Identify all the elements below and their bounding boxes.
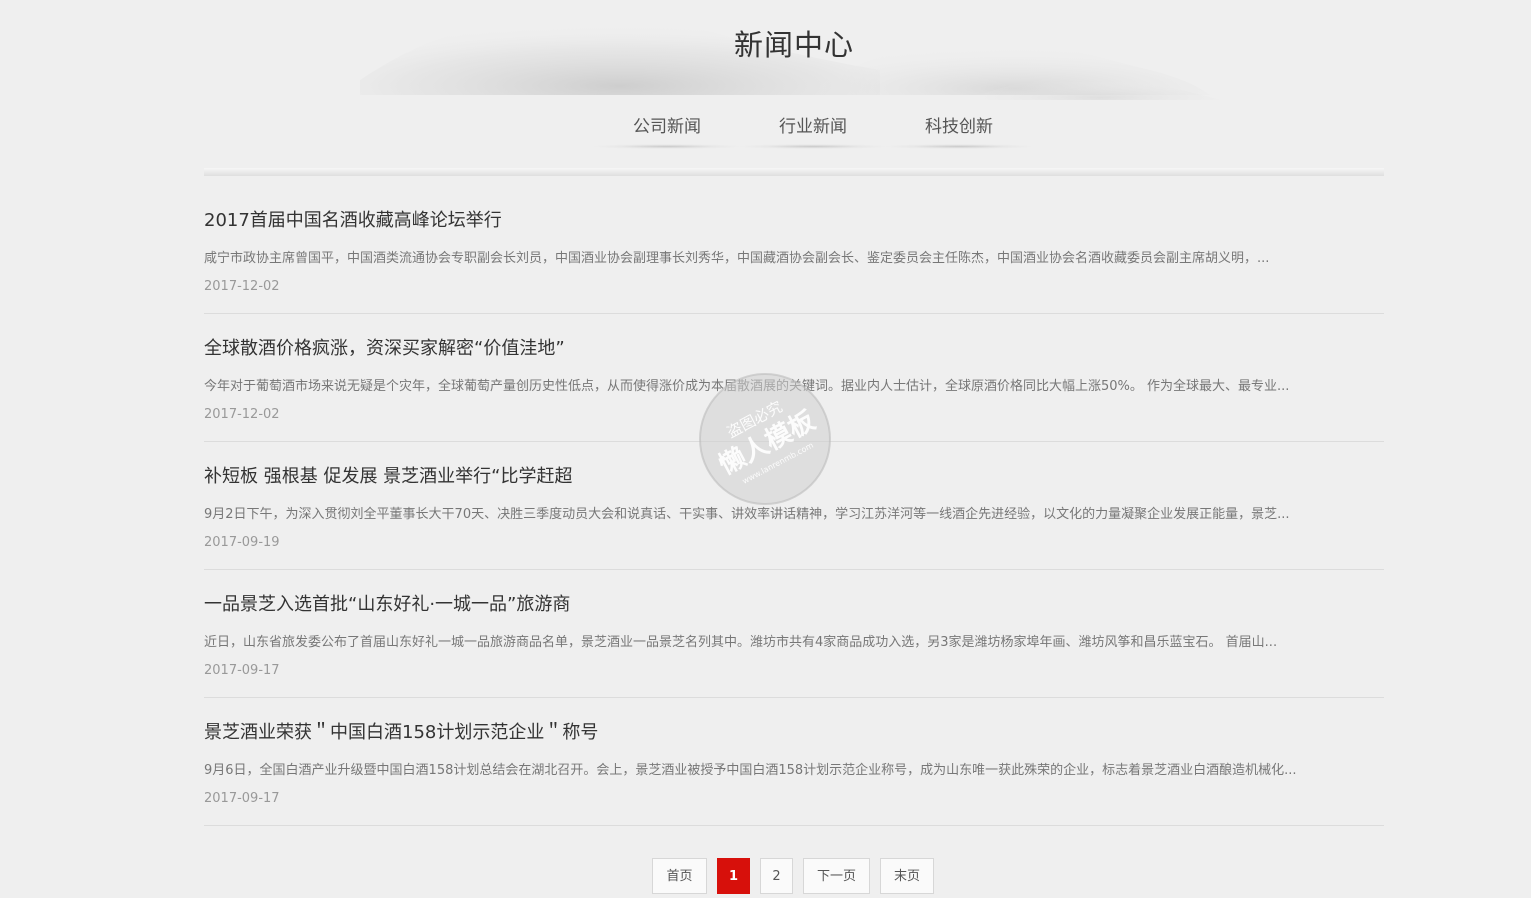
tab-company-news[interactable]: 公司新闻 [594, 113, 740, 149]
news-list: 2017首届中国名酒收藏高峰论坛举行 咸宁市政协主席曾国平，中国酒类流通协会专职… [204, 186, 1384, 826]
news-summary: 9月2日下午，为深入贯彻刘全平董事长大干70天、决胜三季度动员大会和说真话、干实… [204, 507, 1290, 522]
tab-tech-innovation[interactable]: 科技创新 [886, 113, 1032, 149]
list-item[interactable]: 2017首届中国名酒收藏高峰论坛举行 咸宁市政协主席曾国平，中国酒类流通协会专职… [204, 186, 1384, 314]
list-item[interactable]: 补短板 强根基 促发展 景芝酒业举行“比学赶超 9月2日下午，为深入贯彻刘全平董… [204, 442, 1384, 570]
news-summary: 近日，山东省旅发委公布了首届山东好礼一城一品旅游商品名单，景芝酒业一品景芝名列其… [204, 635, 1278, 650]
list-item[interactable]: 景芝酒业荣获＂中国白酒158计划示范企业＂称号 9月6日，全国白酒产业升级暨中国… [204, 698, 1384, 826]
page-1-button[interactable]: 1 [717, 858, 750, 894]
pagination: 首页 1 2 下一页 末页 [652, 858, 944, 894]
news-date: 2017-12-02 [204, 279, 280, 294]
hero-banner: 新闻中心 [0, 0, 1531, 110]
news-date: 2017-09-17 [204, 791, 280, 806]
list-item[interactable]: 全球散酒价格疯涨，资深买家解密“价值洼地” 今年对于葡萄酒市场来说无疑是个灾年，… [204, 314, 1384, 442]
news-title[interactable]: 补短板 强根基 促发展 景芝酒业举行“比学赶超 [204, 462, 573, 488]
last-page-button[interactable]: 末页 [880, 858, 934, 894]
first-page-button[interactable]: 首页 [652, 858, 707, 894]
news-title[interactable]: 2017首届中国名酒收藏高峰论坛举行 [204, 206, 502, 232]
section-divider [204, 168, 1384, 176]
news-date: 2017-12-02 [204, 407, 280, 422]
news-date: 2017-09-17 [204, 663, 280, 678]
news-title[interactable]: 全球散酒价格疯涨，资深买家解密“价值洼地” [204, 334, 565, 360]
news-summary: 9月6日，全国白酒产业升级暨中国白酒158计划总结会在湖北召开。会上，景芝酒业被… [204, 763, 1297, 778]
news-title[interactable]: 景芝酒业荣获＂中国白酒158计划示范企业＂称号 [204, 718, 598, 744]
list-item[interactable]: 一品景芝入选首批“山东好礼·一城一品”旅游商 近日，山东省旅发委公布了首届山东好… [204, 570, 1384, 698]
news-category-tabs: 公司新闻 行业新闻 科技创新 [594, 113, 1032, 149]
page-title: 新闻中心 [733, 28, 854, 62]
news-summary: 今年对于葡萄酒市场来说无疑是个灾年，全球葡萄产量创历史性低点，从而使得涨价成为本… [204, 379, 1290, 394]
next-page-button[interactable]: 下一页 [803, 858, 870, 894]
news-date: 2017-09-19 [204, 535, 280, 550]
page-2-button[interactable]: 2 [760, 858, 793, 894]
tab-industry-news[interactable]: 行业新闻 [740, 113, 886, 149]
news-title[interactable]: 一品景芝入选首批“山东好礼·一城一品”旅游商 [204, 590, 570, 616]
news-summary: 咸宁市政协主席曾国平，中国酒类流通协会专职副会长刘员，中国酒业协会副理事长刘秀华… [204, 251, 1270, 266]
